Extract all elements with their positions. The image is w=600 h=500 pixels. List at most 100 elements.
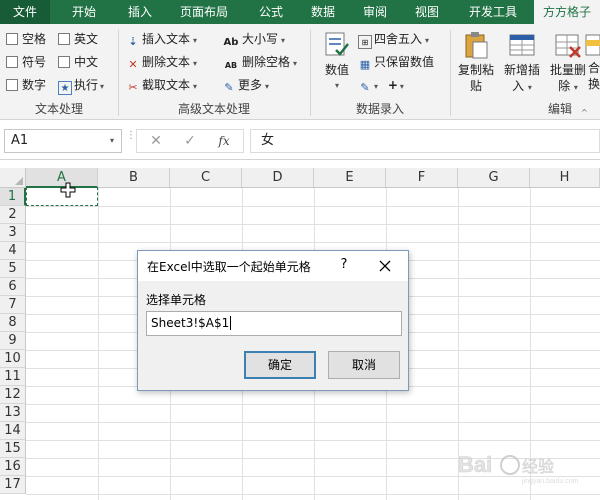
checkbox-symbol-label: 符号 (22, 55, 47, 69)
grid-line (26, 440, 600, 441)
more-button[interactable]: ✎ 更多 ▾ (222, 76, 269, 94)
cancel-button[interactable]: 取消 (328, 351, 400, 379)
cell-reference-input[interactable]: Sheet3!$A$1 (146, 311, 402, 336)
checkbox-symbol[interactable] (6, 56, 18, 68)
baidu-jingyan-watermark-logo: Bai 经验 jingyan.baidu.com (456, 446, 596, 486)
execute-label: 执行 (74, 78, 99, 92)
checkbox-english-label: 英文 (74, 32, 99, 46)
delete-space-button[interactable]: AB 删除空格 ▾ (222, 53, 297, 71)
ok-button[interactable]: 确定 (244, 351, 316, 379)
delete-space-icon: AB (224, 61, 238, 70)
checkbox-space[interactable] (6, 33, 18, 45)
column-header-g[interactable]: G (458, 168, 530, 188)
row-header-4[interactable]: 4 (0, 242, 26, 260)
help-button[interactable]: ? (334, 255, 354, 275)
cancel-entry-icon[interactable]: ✕ (141, 131, 171, 151)
checkbox-space-label: 空格 (22, 32, 47, 46)
add-insert-label: 新增插 (503, 63, 540, 77)
column-header-e[interactable]: E (314, 168, 386, 188)
ribbon-tab-bar: 文件 开始 插入 页面布局 公式 数据 审阅 视图 开发工具 方方格子 (0, 0, 600, 24)
column-header-f[interactable]: F (386, 168, 458, 188)
tab-view[interactable]: 视图 (402, 0, 452, 24)
row-header-8[interactable]: 8 (0, 314, 26, 332)
row-header-9[interactable]: 9 (0, 332, 26, 350)
row-header-3[interactable]: 3 (0, 224, 26, 242)
merge-button[interactable]: 合 换 (584, 30, 600, 92)
copy-paste-label-2: 贴 (469, 79, 482, 93)
tab-formulas[interactable]: 公式 (246, 0, 296, 24)
delete-text-button[interactable]: ✕ 删除文本 ▾ (126, 53, 197, 71)
insert-text-button[interactable]: ⇣ 插入文本 ▾ (126, 30, 197, 48)
row-header-14[interactable]: 14 (0, 422, 26, 440)
row-header-17[interactable]: 17 (0, 476, 26, 494)
name-box-dropdown-icon[interactable]: ▾ (110, 136, 114, 145)
column-header-h[interactable]: H (530, 168, 600, 188)
grid-line (26, 206, 600, 207)
insert-function-icon[interactable]: fx (209, 131, 239, 151)
tab-developer[interactable]: 开发工具 (456, 0, 530, 24)
ribbon: 空格 英文 符号 中文 数字 ★ 执行 ▾ 文本处理 ⇣ 插入文本 ▾ ✕ 删除文本 ▾ ✂… (0, 24, 600, 120)
keep-value-button[interactable]: ▦ 只保留数值 (358, 53, 434, 71)
tab-fangfang-gezi[interactable]: 方方格子 (534, 0, 600, 24)
svg-text:经验: 经验 (522, 457, 554, 476)
column-header-c[interactable]: C (170, 168, 242, 188)
grid-line (26, 422, 600, 423)
case-button[interactable]: Ab 大小写 ▾ (222, 30, 285, 48)
formula-bar: A1 ▾ ⋮ ✕ ✓ fx 女 (0, 120, 600, 160)
checkbox-english[interactable] (58, 33, 70, 45)
copy-paste-button[interactable]: 复制粘 贴 (454, 30, 498, 94)
row-header-11[interactable]: 11 (0, 368, 26, 386)
formula-bar-grip-icon[interactable]: ⋮ (126, 131, 136, 141)
row-header-5[interactable]: 5 (0, 260, 26, 278)
tab-file[interactable]: 文件 (0, 0, 50, 24)
data-entry-tools[interactable]: ✎ ▾ + ▾ (358, 76, 404, 94)
add-insert-button[interactable]: 新增插 入 ▾ (500, 30, 544, 96)
select-cell-label: 选择单元格 (146, 293, 207, 307)
row-header-2[interactable]: 2 (0, 206, 26, 224)
delete-text-icon: ✕ (128, 58, 138, 71)
add-insert-label-2: 入 ▾ (512, 79, 532, 93)
checkbox-number[interactable] (6, 79, 18, 91)
cell-select-cursor-icon (60, 182, 76, 198)
tab-home[interactable]: 开始 (52, 0, 116, 24)
cell-reference-value: Sheet3!$A$1 (151, 316, 230, 330)
edit-icon: ✎ (360, 81, 370, 94)
value-button[interactable]: 数值 ▾ (318, 30, 356, 94)
checkbox-number-label: 数字 (22, 78, 47, 92)
value-label: 数值 (324, 63, 349, 77)
dialog-titlebar[interactable]: 在Excel中选取一个起始单元格 ? (138, 251, 408, 281)
execute-button[interactable]: ★ 执行 ▾ (58, 76, 104, 95)
formula-input[interactable]: 女 (250, 129, 600, 153)
row-header-6[interactable]: 6 (0, 278, 26, 296)
round-button[interactable]: ⊞ 四舍五入 ▾ (358, 30, 429, 49)
group-separator (450, 30, 451, 116)
group-label-advanced-text: 高级文本处理 (177, 102, 250, 116)
keep-value-label: 只保留数值 (374, 55, 435, 69)
checkbox-chinese[interactable] (58, 56, 70, 68)
tab-review[interactable]: 审阅 (350, 0, 400, 24)
grid-line (26, 494, 600, 495)
row-header-15[interactable]: 15 (0, 440, 26, 458)
select-all-corner[interactable] (0, 168, 26, 188)
row-header-1[interactable]: 1 (0, 188, 26, 206)
collapse-ribbon-icon[interactable]: ^ (581, 108, 588, 117)
column-header-d[interactable]: D (242, 168, 314, 188)
column-header-b[interactable]: B (98, 168, 170, 188)
row-header-16[interactable]: 16 (0, 458, 26, 476)
name-box[interactable]: A1 (4, 129, 122, 153)
extract-text-button[interactable]: ✂ 截取文本 ▾ (126, 76, 197, 94)
tab-insert[interactable]: 插入 (116, 0, 164, 24)
row-header-10[interactable]: 10 (0, 350, 26, 368)
keep-value-icon: ▦ (359, 58, 371, 71)
group-label-text-processing: 文本处理 (34, 102, 83, 116)
grid-line (26, 242, 600, 243)
tab-page-layout[interactable]: 页面布局 (166, 0, 242, 24)
insert-text-icon: ⇣ (128, 35, 138, 48)
tab-data[interactable]: 数据 (298, 0, 348, 24)
close-button[interactable] (374, 255, 396, 277)
confirm-entry-icon[interactable]: ✓ (175, 131, 205, 151)
row-header-7[interactable]: 7 (0, 296, 26, 314)
row-header-13[interactable]: 13 (0, 404, 26, 422)
insert-text-label: 插入文本 (142, 32, 191, 46)
row-header-12[interactable]: 12 (0, 386, 26, 404)
